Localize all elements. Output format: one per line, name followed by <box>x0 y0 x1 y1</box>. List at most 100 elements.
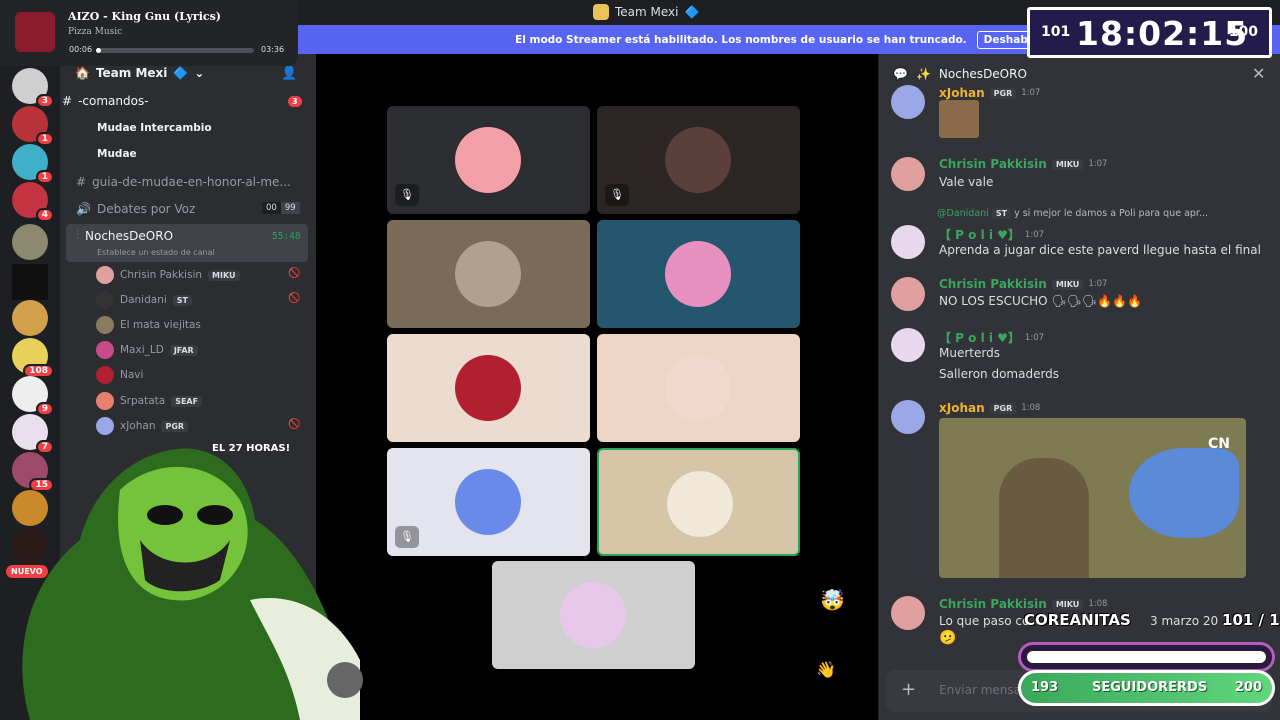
chat-bubble-icon: 💬 <box>893 67 908 81</box>
mic-muted-icon: 🎙 <box>605 184 629 206</box>
message-author[interactable]: xJohan PGR 1:07 <box>939 86 1040 100</box>
window-title: Team Mexi 🔷 <box>593 4 699 20</box>
avatar[interactable] <box>891 157 925 191</box>
server-icon[interactable] <box>12 224 48 260</box>
voice-user[interactable]: El mata viejitas <box>96 316 201 334</box>
stream-clock: 101 18:02:15 100 <box>1027 7 1272 58</box>
avatar <box>96 316 114 334</box>
avatar <box>455 241 521 307</box>
avatar <box>96 291 114 309</box>
hash-icon: # <box>76 175 87 189</box>
mic-muted-icon: 🎙 <box>395 184 419 206</box>
message-text: Vale vale <box>939 175 994 189</box>
reply-preview[interactable]: @Danidani ST y si mejor le damos a Poli … <box>937 208 1208 219</box>
thread-mudae[interactable]: Mudae <box>97 148 137 160</box>
participant-tile[interactable] <box>597 334 800 442</box>
mascot-overlay <box>22 448 363 720</box>
avatar <box>665 355 731 421</box>
voice-user[interactable]: Danidani ST <box>96 291 192 309</box>
voice-user-count: 00 99 <box>262 202 300 214</box>
chevron-down-icon: ⌄ <box>194 66 205 80</box>
avatar <box>455 469 521 535</box>
song-duration: 03:36 <box>261 45 285 54</box>
song-title: AIZO - King Gnu (Lyrics) <box>68 10 222 23</box>
channel-status[interactable]: Establece un estado de canal <box>97 248 215 257</box>
message-text: Aprenda a jugar dice este paverd llegue … <box>939 243 1261 257</box>
chat-header: 💬 ✨ NochesDeORO <box>893 67 1027 81</box>
music-widget: AIZO - King Gnu (Lyrics) Pizza Music 00:… <box>0 0 298 66</box>
message-author[interactable]: Chrisin Pakkisin MIKU 1:07 <box>939 277 1107 291</box>
server-icon[interactable]: 3 <box>12 68 54 108</box>
message-author[interactable]: 【 P o l i ♥】 1:07 <box>939 226 1044 243</box>
avatar[interactable] <box>891 328 925 362</box>
server-icon[interactable]: 1 <box>12 144 54 184</box>
participant-tile[interactable] <box>387 334 590 442</box>
avatar[interactable] <box>891 277 925 311</box>
verified-icon: 🔷 <box>684 5 700 19</box>
avatar <box>96 392 114 410</box>
gif-character <box>999 458 1089 578</box>
avatar <box>665 241 731 307</box>
server-icon[interactable]: 1 <box>12 106 54 146</box>
message-text: Muerterds <box>939 346 1000 360</box>
participant-tile-speaking[interactable] <box>597 448 800 556</box>
participant-tile[interactable]: 🎙 <box>597 106 800 214</box>
message-text: Lo que paso co <box>939 614 1030 628</box>
server-icon[interactable]: 108 <box>12 338 54 378</box>
message-author[interactable]: 【 P o l i ♥】 1:07 <box>939 329 1044 346</box>
speaker-icon: 🔊 <box>76 202 91 216</box>
gif-attachment[interactable]: CN <box>939 418 1246 578</box>
wave-icon: 👋 <box>816 660 836 679</box>
coreanitas-goal-label: COREANITAS 101 / 107 <box>1024 611 1280 629</box>
verified-icon: 🔷 <box>173 66 189 80</box>
server-icon[interactable]: 4 <box>12 182 54 222</box>
message-author[interactable]: xJohan PGR 1:08 <box>939 401 1040 415</box>
mascot-eye <box>197 505 233 525</box>
plus-icon[interactable]: + <box>901 679 916 700</box>
thread-mudae-intercambio[interactable]: Mudae Intercambio <box>97 122 212 134</box>
mascot-wheel <box>327 662 363 698</box>
avatar <box>560 582 626 648</box>
participant-tile[interactable]: 🎙 <box>387 448 590 556</box>
server-icon[interactable]: 9 <box>12 376 54 416</box>
mention-badge: 3 <box>288 96 302 107</box>
add-member-icon[interactable]: 👤 <box>281 66 297 81</box>
voice-user[interactable]: Chrisin Pakkisin MIKU <box>96 266 240 284</box>
avatar <box>455 127 521 193</box>
participant-tile[interactable]: 🎙 <box>387 106 590 214</box>
channel-comandos[interactable]: # -comandos- <box>62 94 149 108</box>
channel-guia[interactable]: # guia-de-mudae-en-honor-al-me... <box>76 175 291 189</box>
message-text: Salleron domaderds <box>939 367 1060 381</box>
server-icon <box>593 4 609 20</box>
participant-tile[interactable] <box>387 220 590 328</box>
voice-wave-icon: ⫶ <box>76 228 80 242</box>
server-icon[interactable] <box>12 264 48 300</box>
emoji-icon: 🫤 <box>939 630 957 646</box>
mic-muted-icon: 🎙 <box>395 526 419 548</box>
elapsed-time: 00:06 <box>69 45 93 54</box>
server-icon[interactable] <box>12 300 48 336</box>
participant-tile[interactable] <box>492 561 695 669</box>
channel-debates[interactable]: 🔊 Debates por Voz <box>76 202 195 216</box>
emoji-icon: 🗣🗣🗣🔥🔥🔥 <box>1051 294 1142 308</box>
voice-user[interactable]: Srpatata SEAF <box>96 392 203 410</box>
avatar <box>96 366 114 384</box>
avatar <box>667 471 733 537</box>
voice-channel-name: ⫶ NochesDeORO <box>76 228 174 243</box>
song-progress-fill <box>96 48 101 53</box>
message-author[interactable]: Chrisin Pakkisin MIKU 1:07 <box>939 157 1107 171</box>
server-header[interactable]: 🏠 Team Mexi 🔷 ⌄ <box>75 66 204 80</box>
goal-fill <box>1027 651 1266 663</box>
message-author[interactable]: Chrisin Pakkisin MIKU 1:08 <box>939 597 1107 611</box>
hash-icon: # <box>62 94 73 108</box>
avatar[interactable] <box>891 596 925 630</box>
voice-user[interactable]: Maxi_LD JFAR <box>96 341 198 359</box>
avatar[interactable] <box>891 85 925 119</box>
home-icon: 🏠 <box>75 66 90 80</box>
participant-tile[interactable] <box>597 220 800 328</box>
avatar[interactable] <box>891 225 925 259</box>
close-icon[interactable]: ✕ <box>1252 64 1265 83</box>
avatar <box>96 341 114 359</box>
voice-user[interactable]: Navi <box>96 366 143 384</box>
avatar[interactable] <box>891 400 925 434</box>
